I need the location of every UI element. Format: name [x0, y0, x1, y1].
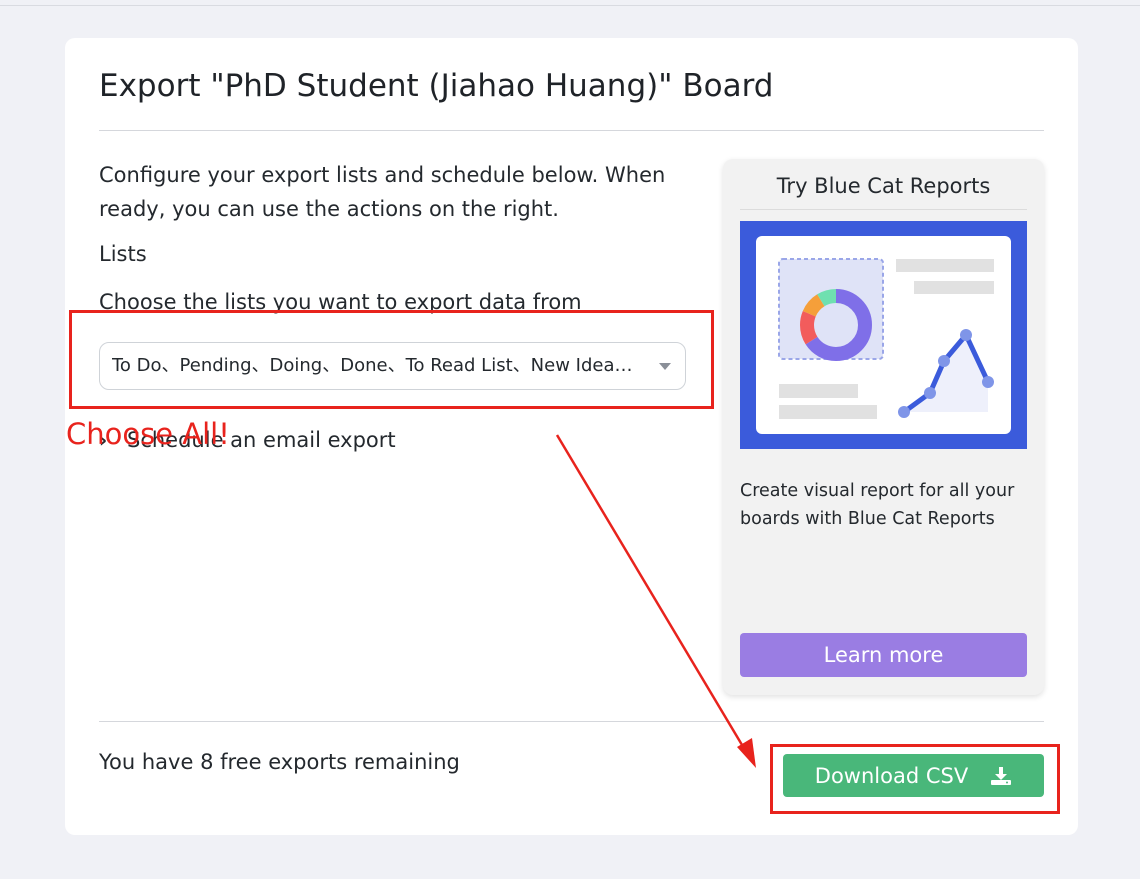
promo-divider: [740, 209, 1027, 210]
report-illustration: [740, 221, 1027, 449]
promo-description: Create visual report for all your boards…: [740, 481, 1015, 529]
lists-label: Lists: [99, 242, 147, 266]
intro-text: Configure your export lists and schedule…: [99, 163, 666, 221]
footer-divider: [99, 721, 1044, 722]
annotation-box-download: [770, 744, 1060, 814]
annotation-note: Choose All!: [66, 417, 230, 451]
dialog-title: Export "PhD Student (Jiahao Huang)" Boar…: [99, 68, 774, 104]
exports-remaining-text: You have 8 free exports remaining: [99, 750, 460, 774]
learn-more-button[interactable]: Learn more: [740, 633, 1027, 677]
top-divider: [0, 5, 1140, 6]
title-divider: [99, 130, 1044, 131]
annotation-box-lists: [69, 310, 714, 409]
promo-panel: Try Blue Cat Reports Create visual repor…: [723, 159, 1044, 695]
promo-title: Try Blue Cat Reports: [776, 174, 991, 198]
